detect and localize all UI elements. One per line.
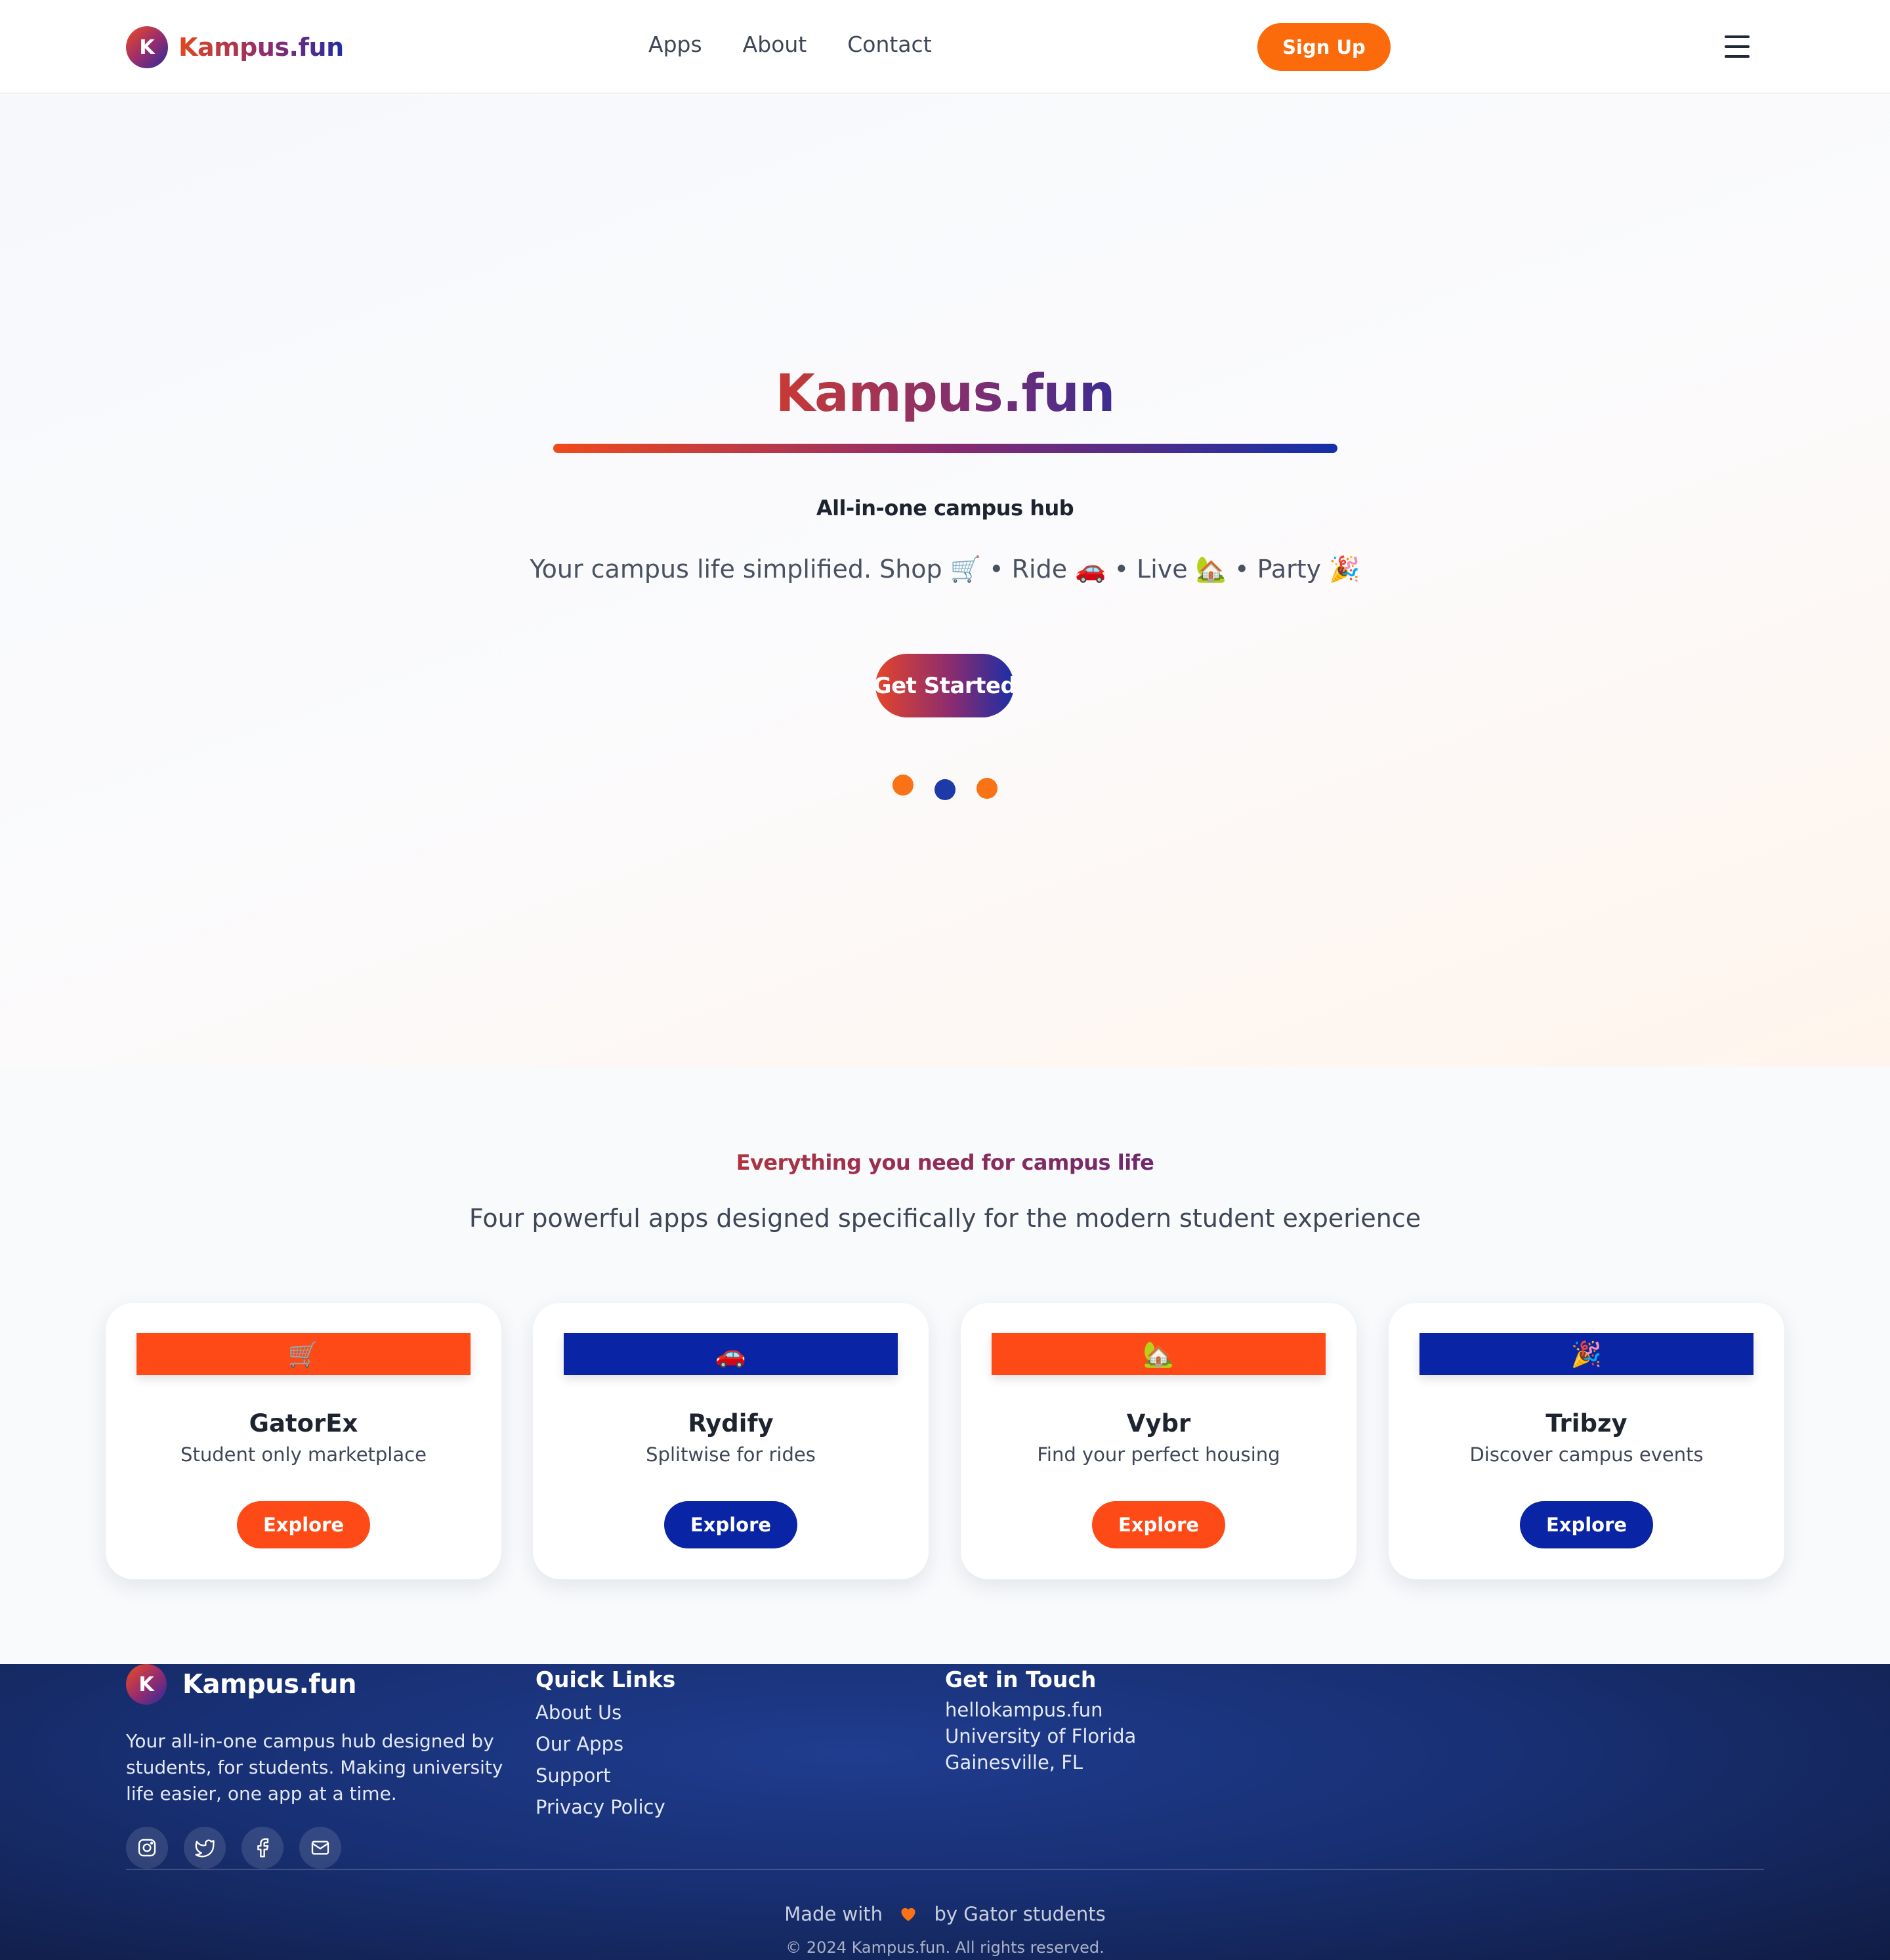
app-card-banner: 🚗 bbox=[564, 1333, 898, 1375]
app-card-banner: 🎉 bbox=[1419, 1333, 1754, 1375]
house-icon: 🏡 bbox=[1143, 1339, 1175, 1369]
app-description: Splitwise for rides bbox=[646, 1443, 816, 1466]
explore-tribzy-button[interactable]: Explore bbox=[1520, 1501, 1653, 1548]
footer-link-privacy-policy[interactable]: Privacy Policy bbox=[536, 1794, 665, 1825]
footer-brand[interactable]: K Kampus.fun bbox=[126, 1664, 357, 1705]
app-card-gatorex: 🛒 GatorEx Student only marketplace Explo… bbox=[106, 1303, 501, 1579]
twitter-icon[interactable] bbox=[184, 1827, 226, 1869]
brand-name: Kampus.fun bbox=[178, 33, 344, 62]
app-name: Tribzy bbox=[1545, 1409, 1628, 1438]
contact-title: Get in Touch bbox=[945, 1667, 1097, 1692]
cart-icon: 🛒 bbox=[287, 1339, 320, 1369]
logo-badge: K bbox=[126, 1664, 167, 1705]
contact-email[interactable]: hellokampus.fun bbox=[945, 1697, 1136, 1723]
hero-tagline: All-in-one campus hub bbox=[816, 496, 1074, 521]
top-navbar: K Kampus.fun Apps About Contact Sign Up bbox=[0, 0, 1890, 94]
made-with-text: Made with by Gator students bbox=[784, 1903, 1106, 1927]
explore-rydify-button[interactable]: Explore bbox=[664, 1501, 797, 1548]
decorative-dot bbox=[892, 775, 914, 796]
contact-info: hellokampus.fun University of Florida Ga… bbox=[945, 1697, 1136, 1776]
instagram-icon[interactable] bbox=[126, 1827, 168, 1869]
app-card-vybr: 🏡 Vybr Find your perfect housing Explore bbox=[961, 1303, 1356, 1579]
logo-badge: K bbox=[126, 26, 168, 68]
decorative-dot bbox=[976, 778, 998, 799]
hamburger-menu-icon[interactable] bbox=[1725, 35, 1750, 58]
app-description: Find your perfect housing bbox=[1037, 1443, 1280, 1466]
app-description: Student only marketplace bbox=[180, 1443, 427, 1466]
app-card-tribzy: 🎉 Tribzy Discover campus events Explore bbox=[1389, 1303, 1784, 1579]
app-name: Vybr bbox=[1126, 1409, 1191, 1438]
app-card-banner: 🏡 bbox=[992, 1333, 1326, 1375]
app-card-rydify: 🚗 Rydify Splitwise for rides Explore bbox=[533, 1303, 929, 1579]
nav-link-contact[interactable]: Contact bbox=[847, 32, 931, 57]
footer-link-our-apps[interactable]: Our Apps bbox=[536, 1731, 665, 1762]
car-icon: 🚗 bbox=[715, 1339, 747, 1369]
explore-vybr-button[interactable]: Explore bbox=[1092, 1501, 1225, 1548]
hero-subtitle: Your campus life simplified. Shop 🛒 • Ri… bbox=[530, 555, 1360, 584]
app-card-banner: 🛒 bbox=[136, 1333, 471, 1375]
facebook-icon[interactable] bbox=[242, 1827, 284, 1869]
quick-links-list: About Us Our Apps Support Privacy Policy bbox=[536, 1699, 665, 1825]
sign-up-button[interactable]: Sign Up bbox=[1257, 23, 1391, 71]
app-name: Rydify bbox=[688, 1409, 774, 1438]
hero-title-underline bbox=[553, 444, 1337, 453]
explore-gatorex-button[interactable]: Explore bbox=[237, 1501, 370, 1548]
quick-links-title: Quick Links bbox=[536, 1667, 676, 1692]
decorative-dot bbox=[934, 779, 956, 800]
main-nav: Apps About Contact bbox=[648, 32, 932, 57]
social-links bbox=[126, 1827, 341, 1869]
footer: K Kampus.fun Your all-in-one campus hub … bbox=[0, 1664, 1890, 1960]
brand-logo[interactable]: K Kampus.fun bbox=[126, 26, 344, 68]
footer-brand-name: Kampus.fun bbox=[182, 1669, 357, 1699]
copyright-text: © 2024 Kampus.fun. All rights reserved. bbox=[786, 1938, 1104, 1957]
nav-link-apps[interactable]: Apps bbox=[648, 32, 702, 57]
footer-link-support[interactable]: Support bbox=[536, 1762, 665, 1794]
mail-icon[interactable] bbox=[299, 1827, 341, 1869]
footer-about-text: Your all-in-one campus hub designed by s… bbox=[126, 1730, 503, 1804]
contact-university: University of Florida bbox=[945, 1725, 1137, 1747]
hero-section: Kampus.fun All-in-one campus hub Your ca… bbox=[0, 95, 1890, 1067]
app-name: GatorEx bbox=[249, 1409, 358, 1438]
contact-location: Gainesville, FL bbox=[945, 1751, 1083, 1774]
hero-title: Kampus.fun bbox=[775, 364, 1116, 423]
app-description: Discover campus events bbox=[1469, 1443, 1704, 1466]
heart-icon bbox=[899, 1904, 917, 1927]
footer-link-about-us[interactable]: About Us bbox=[536, 1699, 665, 1731]
party-popper-icon: 🎉 bbox=[1570, 1339, 1603, 1369]
get-started-button[interactable]: Get Started bbox=[873, 654, 1017, 717]
nav-link-about[interactable]: About bbox=[743, 32, 807, 57]
footer-divider bbox=[126, 1869, 1764, 1870]
apps-section-heading: Everything you need for campus life bbox=[736, 1150, 1154, 1175]
apps-section-subheading: Four powerful apps designed specifically… bbox=[469, 1204, 1421, 1233]
